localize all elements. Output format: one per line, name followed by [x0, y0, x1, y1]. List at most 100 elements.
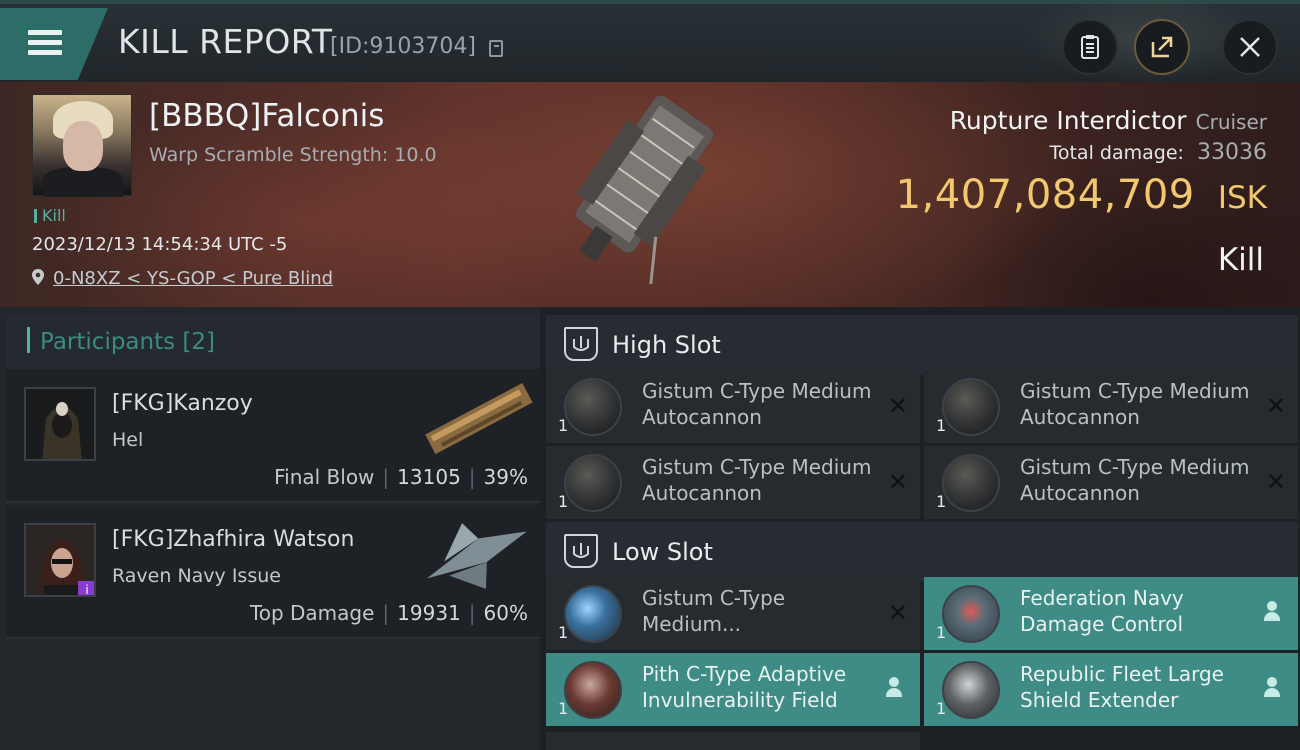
- destroyed-icon: ✕: [887, 468, 908, 496]
- close-button[interactable]: [1222, 19, 1278, 75]
- module-quantity: 1: [558, 699, 569, 718]
- participant-ship: Raven Navy Issue: [112, 565, 281, 587]
- share-icon: [1151, 36, 1173, 58]
- module-item[interactable]: 1 Gistum C-Type Medium Autocannon ✕: [546, 446, 920, 519]
- participants-panel: Participants [2] [FKG]Kanzoy Hel Final B…: [0, 307, 540, 750]
- high-slot-header: High Slot: [546, 315, 1298, 375]
- victim-ship-line: Rupture Interdictor Cruiser: [950, 106, 1267, 135]
- victim-ship-class: Cruiser: [1195, 110, 1267, 134]
- destroyed-icon: ✕: [887, 392, 908, 420]
- shield-field-module-icon: [564, 661, 622, 719]
- module-quantity: 1: [936, 623, 947, 642]
- autocannon-module-icon: [564, 585, 622, 643]
- close-icon: [1240, 37, 1260, 57]
- module-item[interactable]: 1 Gistum C-Type Medium Autocannon ✕: [924, 446, 1298, 519]
- fitting-panel: High Slot 1 Gistum C-Type Medium Autocan…: [540, 307, 1300, 750]
- participants-header: Participants [2]: [6, 315, 540, 369]
- high-slot-title: High Slot: [612, 331, 721, 359]
- module-name: Gistum C-Type Medium Autocannon: [1020, 455, 1250, 505]
- module-quantity: 1: [558, 416, 569, 435]
- kill-tag: Kill: [34, 206, 66, 225]
- module-item[interactable]: 1 Republic Fleet Large Shield Extender: [924, 653, 1298, 726]
- victim-name[interactable]: [BBBQ]Falconis: [149, 98, 384, 134]
- autocannon-module-icon: [942, 454, 1000, 512]
- page-title: KILL REPORT: [118, 22, 333, 61]
- autocannon-module-icon: [564, 378, 622, 436]
- isk-value: 1,407,084,709: [895, 172, 1195, 218]
- total-damage-label: Total damage:: [1049, 142, 1184, 164]
- low-slot-header: Low Slot: [546, 522, 1298, 582]
- kill-id: [ID:9103704]: [330, 34, 476, 59]
- participant-row[interactable]: i [FKG]Zhafhira Watson Raven Navy Issue …: [6, 505, 540, 639]
- destroyed-icon: ✕: [1265, 468, 1286, 496]
- module-name: Federation Navy Damage Control: [1020, 586, 1184, 636]
- victim-ship-name[interactable]: Rupture Interdictor: [950, 106, 1187, 135]
- module-item[interactable]: 1 Gistum C-Type Medium Autocannon ✕: [546, 370, 920, 443]
- result-label: Kill: [1217, 242, 1264, 278]
- total-damage-value: 33036: [1197, 140, 1267, 165]
- module-name: Gistum C-Type Medium Autocannon: [1020, 379, 1250, 429]
- participant-stat-label: Top Damage: [249, 601, 375, 625]
- module-name: Gistum C-Type Medium...: [642, 586, 786, 636]
- participant-ship: Hel: [112, 429, 144, 451]
- isk-value-line: 1,407,084,709 ISK: [896, 172, 1267, 218]
- info-badge-icon: i: [78, 581, 94, 595]
- shield-extender-module-icon: [942, 661, 1000, 719]
- participant-row[interactable]: [FKG]Kanzoy Hel Final Blow | 13105 | 39%: [6, 369, 540, 503]
- victim-ship-image: [576, 95, 714, 284]
- module-name: Republic Fleet Large Shield Extender: [1020, 662, 1224, 712]
- module-quantity: 1: [558, 623, 569, 642]
- participants-title: Participants [2]: [40, 329, 215, 355]
- victim-subtitle: Warp Scramble Strength: 10.0: [149, 144, 437, 166]
- participant-ship-image: [426, 523, 527, 589]
- module-item[interactable]: 1 Gistum C-Type Medium... ✕: [546, 577, 920, 650]
- participant-avatar[interactable]: i: [24, 523, 96, 597]
- participant-name[interactable]: [FKG]Kanzoy: [112, 391, 253, 416]
- high-slot-icon: [564, 327, 598, 361]
- clipboard-icon: [1081, 35, 1099, 59]
- participant-avatar[interactable]: [24, 387, 96, 461]
- participant-name[interactable]: [FKG]Zhafhira Watson: [112, 527, 354, 552]
- kill-location-link[interactable]: 0-N8XZ < YS-GOP < Pure Blind: [53, 268, 333, 289]
- total-damage-line: Total damage: 33036: [1049, 140, 1267, 165]
- module-quantity: 1: [936, 492, 947, 511]
- victim-banner: [BBBQ]Falconis Warp Scramble Strength: 1…: [0, 82, 1300, 307]
- clipboard-button[interactable]: [1062, 19, 1118, 75]
- isk-unit: ISK: [1217, 180, 1267, 216]
- damage-control-module-icon: [942, 585, 1000, 643]
- person-icon: [884, 677, 904, 699]
- module-item[interactable]: 1 Federation Navy Damage Control: [924, 577, 1298, 650]
- module-quantity: 1: [936, 416, 947, 435]
- person-icon: [1262, 601, 1282, 623]
- destroyed-icon: ✕: [1265, 392, 1286, 420]
- participant-stat-label: Final Blow: [274, 465, 375, 489]
- module-name: Pith C-Type Adaptive Invulnerability Fie…: [642, 662, 847, 712]
- module-item-partial[interactable]: [546, 732, 920, 750]
- share-button[interactable]: [1134, 19, 1190, 75]
- autocannon-module-icon: [942, 378, 1000, 436]
- module-quantity: 1: [936, 699, 947, 718]
- module-name: Gistum C-Type Medium Autocannon: [642, 379, 872, 429]
- location-pin-icon: [32, 269, 44, 285]
- participant-damage: 19931: [397, 601, 461, 625]
- module-quantity: 1: [558, 492, 569, 511]
- low-slot-icon: [564, 534, 598, 568]
- destroyed-icon: ✕: [887, 599, 908, 627]
- module-item[interactable]: 1 Pith C-Type Adaptive Invulnerability F…: [546, 653, 920, 726]
- participant-damage: 13105: [397, 465, 461, 489]
- participant-ship-image: [425, 383, 533, 455]
- participant-percent: 39%: [483, 465, 528, 489]
- participant-stats: Top Damage | 19931 | 60%: [249, 601, 528, 625]
- copy-icon[interactable]: [489, 40, 503, 57]
- participant-stats: Final Blow | 13105 | 39%: [274, 465, 528, 489]
- autocannon-module-icon: [564, 454, 622, 512]
- victim-portrait[interactable]: [32, 94, 132, 197]
- participant-percent: 60%: [483, 601, 528, 625]
- kill-datetime: 2023/12/13 14:54:34 UTC -5: [32, 234, 288, 255]
- low-slot-title: Low Slot: [612, 538, 713, 566]
- person-icon: [1262, 677, 1282, 699]
- module-name: Gistum C-Type Medium Autocannon: [642, 455, 872, 505]
- menu-button[interactable]: [0, 8, 108, 80]
- top-bar: KILL REPORT [ID:9103704]: [0, 0, 1300, 84]
- module-item[interactable]: 1 Gistum C-Type Medium Autocannon ✕: [924, 370, 1298, 443]
